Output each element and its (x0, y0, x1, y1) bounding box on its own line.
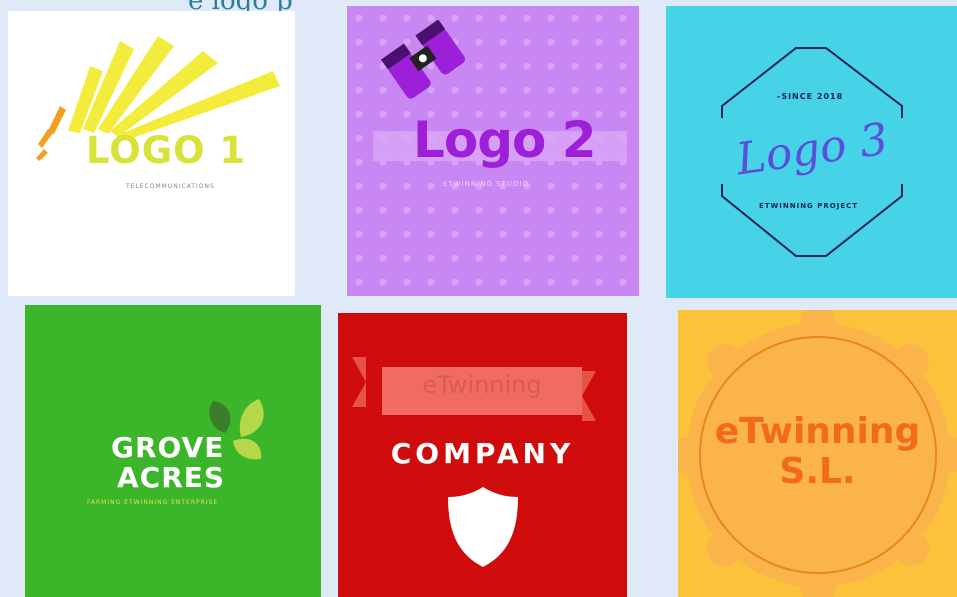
logo-tile-6[interactable]: eTwinning S.L. (678, 310, 957, 597)
logo-1-subtitle: TELECOMMUNICATIONS (126, 183, 215, 190)
logo-tile-2[interactable]: Logo 2 ETWINNING STUDIO (347, 6, 639, 296)
logo-1-title: LOGO 1 (86, 129, 247, 172)
sl-text: S.L. (779, 451, 856, 492)
ribbon-left-tail (352, 357, 366, 407)
logo-tile-5[interactable]: eTwinning COMPANY (338, 313, 627, 597)
logo-tile-1[interactable]: LOGO 1 TELECOMMUNICATIONS (8, 11, 295, 296)
logo-2-title: Logo 2 (413, 111, 597, 169)
ribbon-right-tail (582, 371, 596, 421)
logo-tile-3[interactable]: -SINCE 2018 Logo 3 ETWINNING PROJECT (666, 6, 957, 298)
company-text: COMPANY (390, 437, 575, 470)
binoculars-icon (380, 20, 466, 99)
etwinning-text: eTwinning (714, 411, 921, 452)
logo-3-since: -SINCE 2018 (777, 92, 844, 101)
shield-icon (448, 487, 518, 567)
acres-text: ACRES (117, 461, 226, 494)
grove-text: GROVE (111, 431, 225, 464)
logo-2-subtitle: ETWINNING STUDIO (443, 180, 529, 188)
logo-tile-4[interactable]: GROVE ACRES FARMING ETWINNING ENTERPRISE (25, 305, 321, 597)
banner-text: eTwinning (422, 371, 542, 399)
logo-4-subtitle: FARMING ETWINNING ENTERPRISE (87, 499, 219, 506)
logo-3-subtitle: ETWINNING PROJECT (759, 202, 859, 210)
